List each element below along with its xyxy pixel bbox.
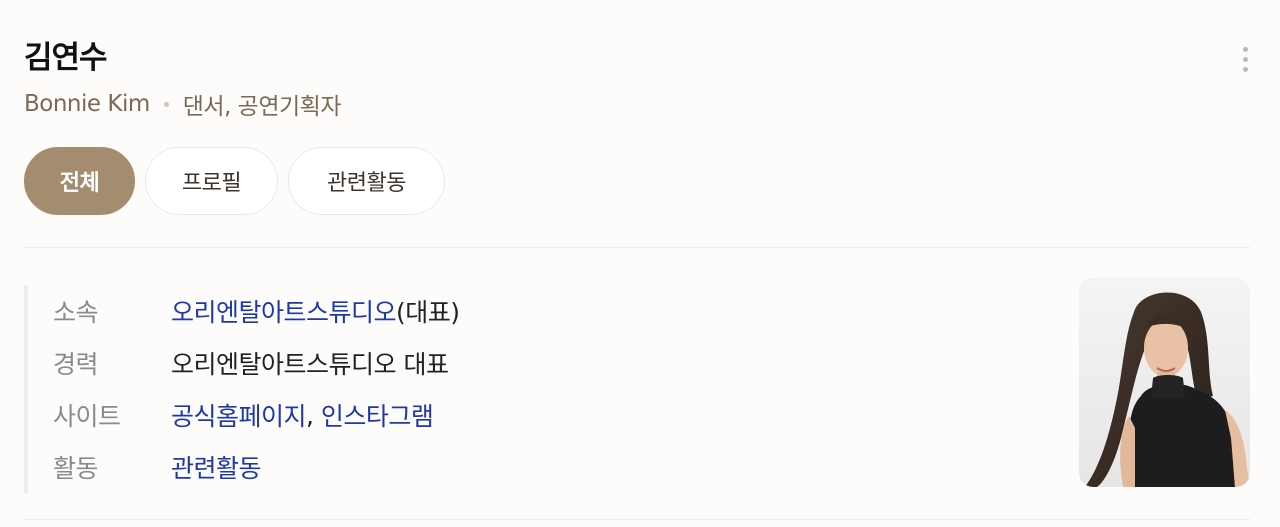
related-activities-link[interactable]: 관련활동 [171,449,262,485]
info-value: 공식홈페이지 , 인스타그램 [171,397,434,433]
profile-subtitle: Bonnie Kim 댄서, 공연기획자 [24,88,341,120]
tab-related-activities[interactable]: 관련활동 [288,147,445,215]
info-label: 사이트 [53,402,121,431]
english-name: Bonnie Kim [24,91,150,117]
career-value: 오리엔탈아트스튜디오 대표 [171,350,449,379]
tab-all[interactable]: 전체 [24,147,135,215]
divider [24,247,1250,248]
instagram-link[interactable]: 인스타그램 [321,397,434,433]
info-value: 오리엔탈아트스튜디오 (대표) [171,293,460,329]
profile-photo[interactable] [1079,278,1250,487]
info-row-activity: 활동 관련활동 [53,441,460,493]
info-list: 소속 오리엔탈아트스튜디오 (대표) 경력 오리엔탈아트스튜디오 대표 사이트 … [24,285,460,493]
info-row-site: 사이트 공식홈페이지 , 인스타그램 [53,389,460,441]
info-row-career: 경력 오리엔탈아트스튜디오 대표 [53,337,460,389]
affiliation-role: (대표) [396,298,460,327]
info-label: 경력 [53,350,99,379]
affiliation-link[interactable]: 오리엔탈아트스튜디오 [171,293,397,329]
info-value: 관련활동 [171,449,262,485]
occupation: 댄서, 공연기획자 [182,94,342,120]
separator-dot [163,101,169,107]
info-row-affiliation: 소속 오리엔탈아트스튜디오 (대표) [53,285,460,337]
tab-bar: 전체 프로필 관련활동 [24,147,445,215]
person-name: 김연수 [24,40,108,76]
more-options-icon[interactable] [1232,44,1258,74]
tab-profile[interactable]: 프로필 [145,147,278,215]
official-homepage-link[interactable]: 공식홈페이지 [171,397,307,433]
info-label: 활동 [53,454,99,483]
info-label: 소속 [53,298,99,327]
link-separator: , [306,400,321,430]
profile-card: 김연수 Bonnie Kim 댄서, 공연기획자 전체 프로필 관련활동 소속 … [0,0,1280,527]
divider [24,519,1250,520]
